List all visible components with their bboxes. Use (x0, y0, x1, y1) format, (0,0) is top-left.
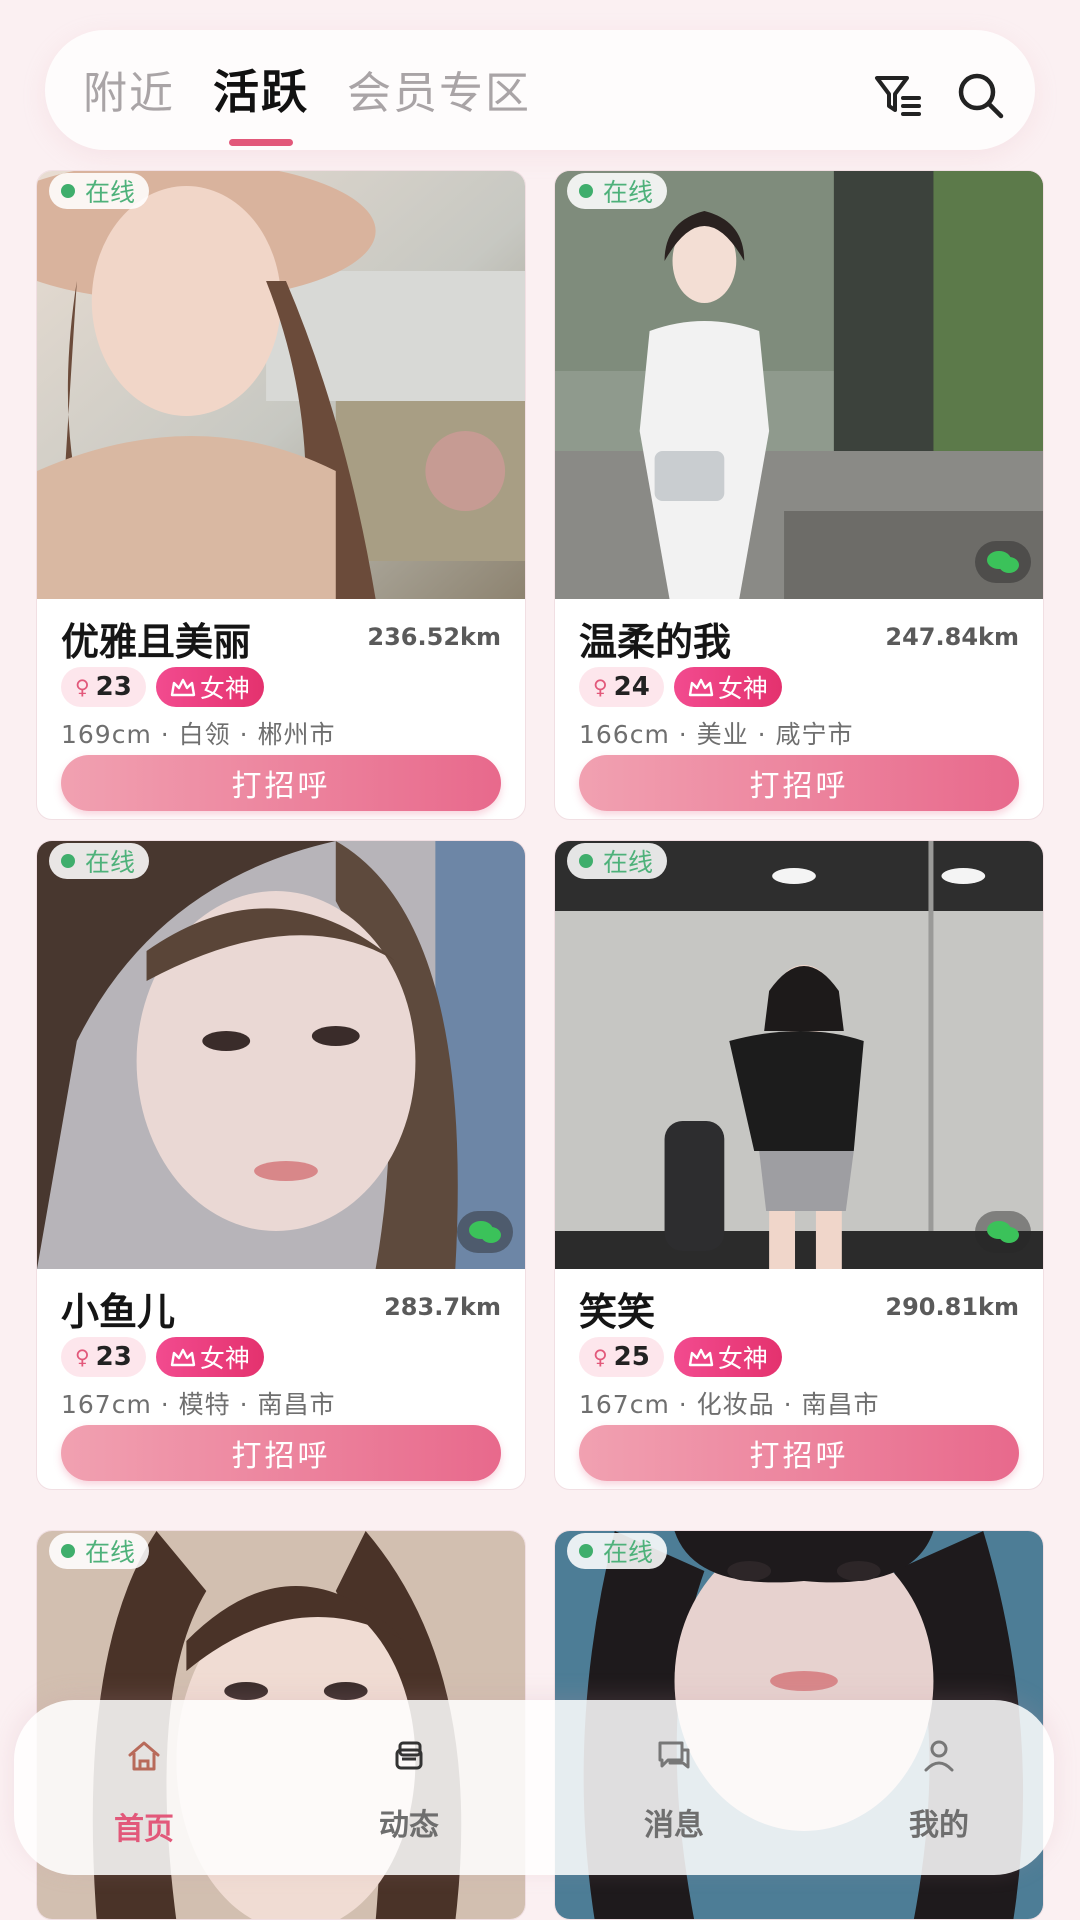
online-badge: 在线 (49, 843, 150, 879)
card-info: 167cm · 化妆品 · 南昌市 (579, 1390, 880, 1419)
age-value: 23 (95, 1342, 132, 1372)
female-icon: ♀ (75, 675, 90, 699)
online-dot (61, 854, 75, 868)
crown-icon (170, 1348, 196, 1367)
age-badge: ♀ 23 (61, 1337, 146, 1377)
online-label: 在线 (85, 1538, 136, 1567)
user-card[interactable]: 在线 温柔的我 247.84km ♀ 24 女神 166cm · 美业 · 咸宁市… (554, 170, 1044, 820)
crown-icon (688, 1348, 714, 1367)
wechat-icon (975, 1211, 1031, 1253)
online-label: 在线 (603, 1538, 654, 1567)
nav-label: 消息 (644, 1808, 704, 1843)
online-badge: 在线 (49, 1533, 150, 1569)
age-value: 23 (95, 672, 132, 702)
home-icon (128, 1741, 160, 1771)
online-badge: 在线 (567, 843, 668, 879)
age-badge: ♀ 24 (579, 667, 664, 707)
search-icon[interactable] (955, 70, 1005, 120)
greet-button[interactable]: 打招呼 (579, 1425, 1019, 1481)
online-dot (61, 184, 75, 198)
online-label: 在线 (85, 178, 136, 207)
tab-group: 附近 活跃 会员专区 (83, 54, 569, 146)
crown-icon (688, 678, 714, 697)
user-card[interactable]: 在线 小鱼儿 283.7km ♀ 23 女神 167cm · 模特 · 南昌市 打… (36, 840, 526, 1490)
greet-button[interactable]: 打招呼 (61, 755, 501, 811)
profile-photo (37, 171, 525, 599)
bottom-nav: 首页 动态 消息 我的 (14, 1700, 1054, 1875)
card-name: 优雅且美丽 (61, 620, 252, 664)
online-dot (579, 1544, 593, 1558)
goddess-label: 女神 (717, 674, 768, 703)
nav-messages[interactable]: 消息 (574, 1700, 774, 1875)
goddess-badge: 女神 (673, 1337, 782, 1377)
profile-icon (924, 1740, 954, 1772)
goddess-badge: 女神 (673, 667, 782, 707)
age-value: 24 (613, 672, 650, 702)
card-info: 169cm · 白领 · 郴州市 (61, 720, 336, 749)
nav-label: 首页 (114, 1812, 174, 1847)
nav-home[interactable]: 首页 (44, 1700, 244, 1875)
online-label: 在线 (603, 178, 654, 207)
greet-button[interactable]: 打招呼 (61, 1425, 501, 1481)
online-dot (579, 854, 593, 868)
greet-button[interactable]: 打招呼 (579, 755, 1019, 811)
user-card[interactable]: 在线 优雅且美丽 236.52km ♀ 23 女神 169cm · 白领 · 郴州… (36, 170, 526, 820)
nav-label: 动态 (379, 1808, 439, 1843)
card-name: 笑笑 (579, 1290, 656, 1334)
crown-icon (170, 678, 196, 697)
wechat-icon (975, 541, 1031, 583)
goddess-badge: 女神 (155, 667, 264, 707)
online-dot (61, 1544, 75, 1558)
age-badge: ♀ 23 (61, 667, 146, 707)
female-icon: ♀ (593, 1345, 608, 1369)
badge-row: ♀ 23 女神 (61, 1337, 264, 1377)
online-label: 在线 (85, 848, 136, 877)
nav-moments[interactable]: 动态 (309, 1700, 509, 1875)
nav-label: 我的 (909, 1808, 969, 1843)
age-badge: ♀ 25 (579, 1337, 664, 1377)
tab-nearby[interactable]: 附近 (83, 57, 175, 121)
female-icon: ♀ (75, 1345, 90, 1369)
badge-row: ♀ 25 女神 (579, 1337, 782, 1377)
online-label: 在线 (603, 848, 654, 877)
online-dot (579, 184, 593, 198)
badge-row: ♀ 23 女神 (61, 667, 264, 707)
wechat-icon (457, 1211, 513, 1253)
online-badge: 在线 (567, 1533, 668, 1569)
card-distance: 290.81km (885, 1293, 1019, 1321)
goddess-label: 女神 (199, 674, 250, 703)
user-card[interactable]: 在线 笑笑 290.81km ♀ 25 女神 167cm · 化妆品 · 南昌市 … (554, 840, 1044, 1490)
card-info: 166cm · 美业 · 咸宁市 (579, 720, 854, 749)
tab-active[interactable]: 活跃 (213, 56, 309, 146)
goddess-badge: 女神 (155, 1337, 264, 1377)
profile-photo (555, 171, 1043, 599)
online-badge: 在线 (49, 173, 150, 209)
message-icon (658, 1741, 690, 1769)
badge-row: ♀ 24 女神 (579, 667, 782, 707)
top-tab-bar: 附近 活跃 会员专区 (45, 30, 1035, 150)
profile-photo (555, 841, 1043, 1269)
age-value: 25 (613, 1342, 650, 1372)
profile-photo (37, 841, 525, 1269)
filter-icon[interactable] (873, 70, 923, 120)
card-distance: 236.52km (367, 623, 501, 651)
card-distance: 283.7km (384, 1293, 501, 1321)
online-badge: 在线 (567, 173, 668, 209)
card-name: 温柔的我 (579, 620, 732, 664)
tab-vip-zone[interactable]: 会员专区 (347, 57, 531, 121)
nav-profile[interactable]: 我的 (839, 1700, 1039, 1875)
goddess-label: 女神 (717, 1344, 768, 1373)
goddess-label: 女神 (199, 1344, 250, 1373)
card-info: 167cm · 模特 · 南昌市 (61, 1390, 336, 1419)
card-distance: 247.84km (885, 623, 1019, 651)
moments-icon (395, 1741, 423, 1770)
card-name: 小鱼儿 (61, 1290, 176, 1334)
female-icon: ♀ (593, 675, 608, 699)
